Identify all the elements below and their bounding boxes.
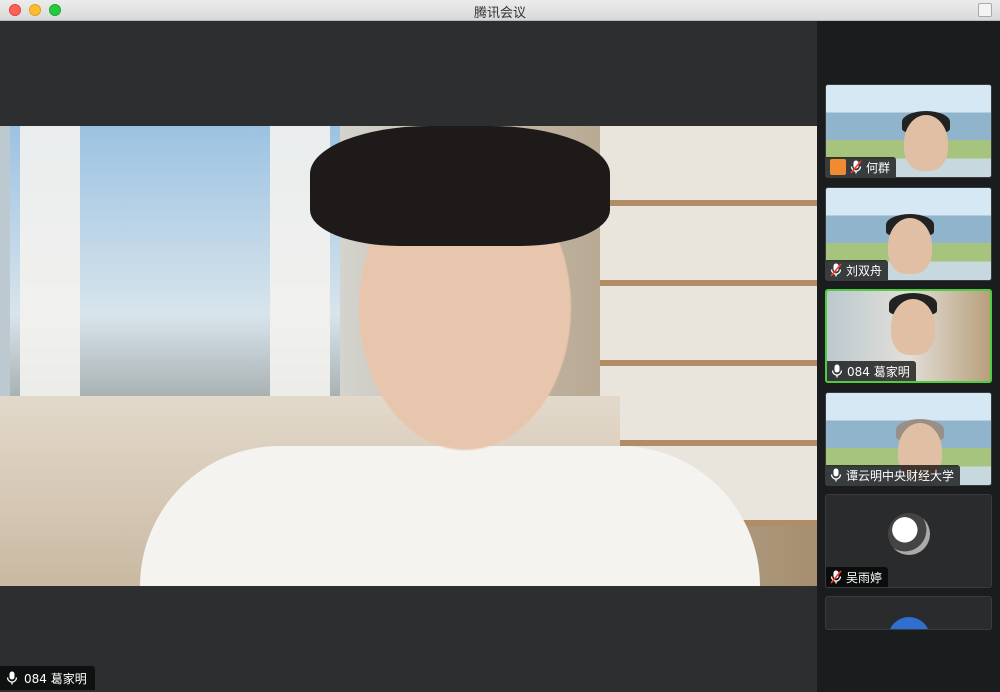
- main-speaker-name: 084 葛家明: [24, 671, 87, 686]
- participant-tile-active[interactable]: 084 葛家明: [825, 289, 992, 383]
- avatar: [888, 617, 930, 629]
- participant-tile[interactable]: 刘双舟: [825, 187, 992, 281]
- mic-icon: [830, 468, 842, 482]
- participant-name: 刘双舟: [846, 263, 883, 278]
- main-video[interactable]: [0, 126, 817, 586]
- participant-name: 何群: [866, 160, 891, 175]
- main-speaker-tag: 084 葛家明: [0, 666, 95, 690]
- main-stage: 084 葛家明: [0, 21, 817, 692]
- participant-name: 吴雨婷: [846, 570, 883, 585]
- speaker-hair: [310, 126, 610, 246]
- participant-label: 何群: [826, 157, 897, 177]
- mic-muted-icon: [830, 570, 842, 584]
- participant-label: 刘双舟: [826, 260, 889, 280]
- participant-name: 谭云明中央财经大学: [846, 468, 955, 483]
- participant-label: 084 葛家明: [827, 361, 916, 381]
- title-bar: 腾讯会议: [0, 0, 1000, 21]
- mic-icon: [6, 671, 18, 685]
- participant-label: 吴雨婷: [826, 567, 889, 587]
- participant-tile[interactable]: 何群: [825, 84, 992, 178]
- mic-icon: [831, 364, 843, 378]
- participant-tile-partial[interactable]: [825, 596, 992, 630]
- fullscreen-button[interactable]: [978, 3, 992, 17]
- window-title: 腾讯会议: [473, 6, 526, 21]
- user-icon: [830, 159, 846, 175]
- participant-label: 谭云明中央财经大学: [826, 465, 961, 485]
- avatar: [888, 513, 930, 555]
- participant-panel: 何群 刘双舟 084 葛家明 谭云明中央财经大学 吴雨婷: [817, 21, 1000, 692]
- curtain: [20, 126, 80, 396]
- mic-muted-icon: [850, 160, 862, 174]
- participant-name: 084 葛家明: [847, 364, 910, 379]
- mic-muted-icon: [830, 263, 842, 277]
- participant-tile[interactable]: 吴雨婷: [825, 494, 992, 588]
- participant-tile[interactable]: 谭云明中央财经大学: [825, 392, 992, 486]
- speaker-shirt: [140, 446, 760, 586]
